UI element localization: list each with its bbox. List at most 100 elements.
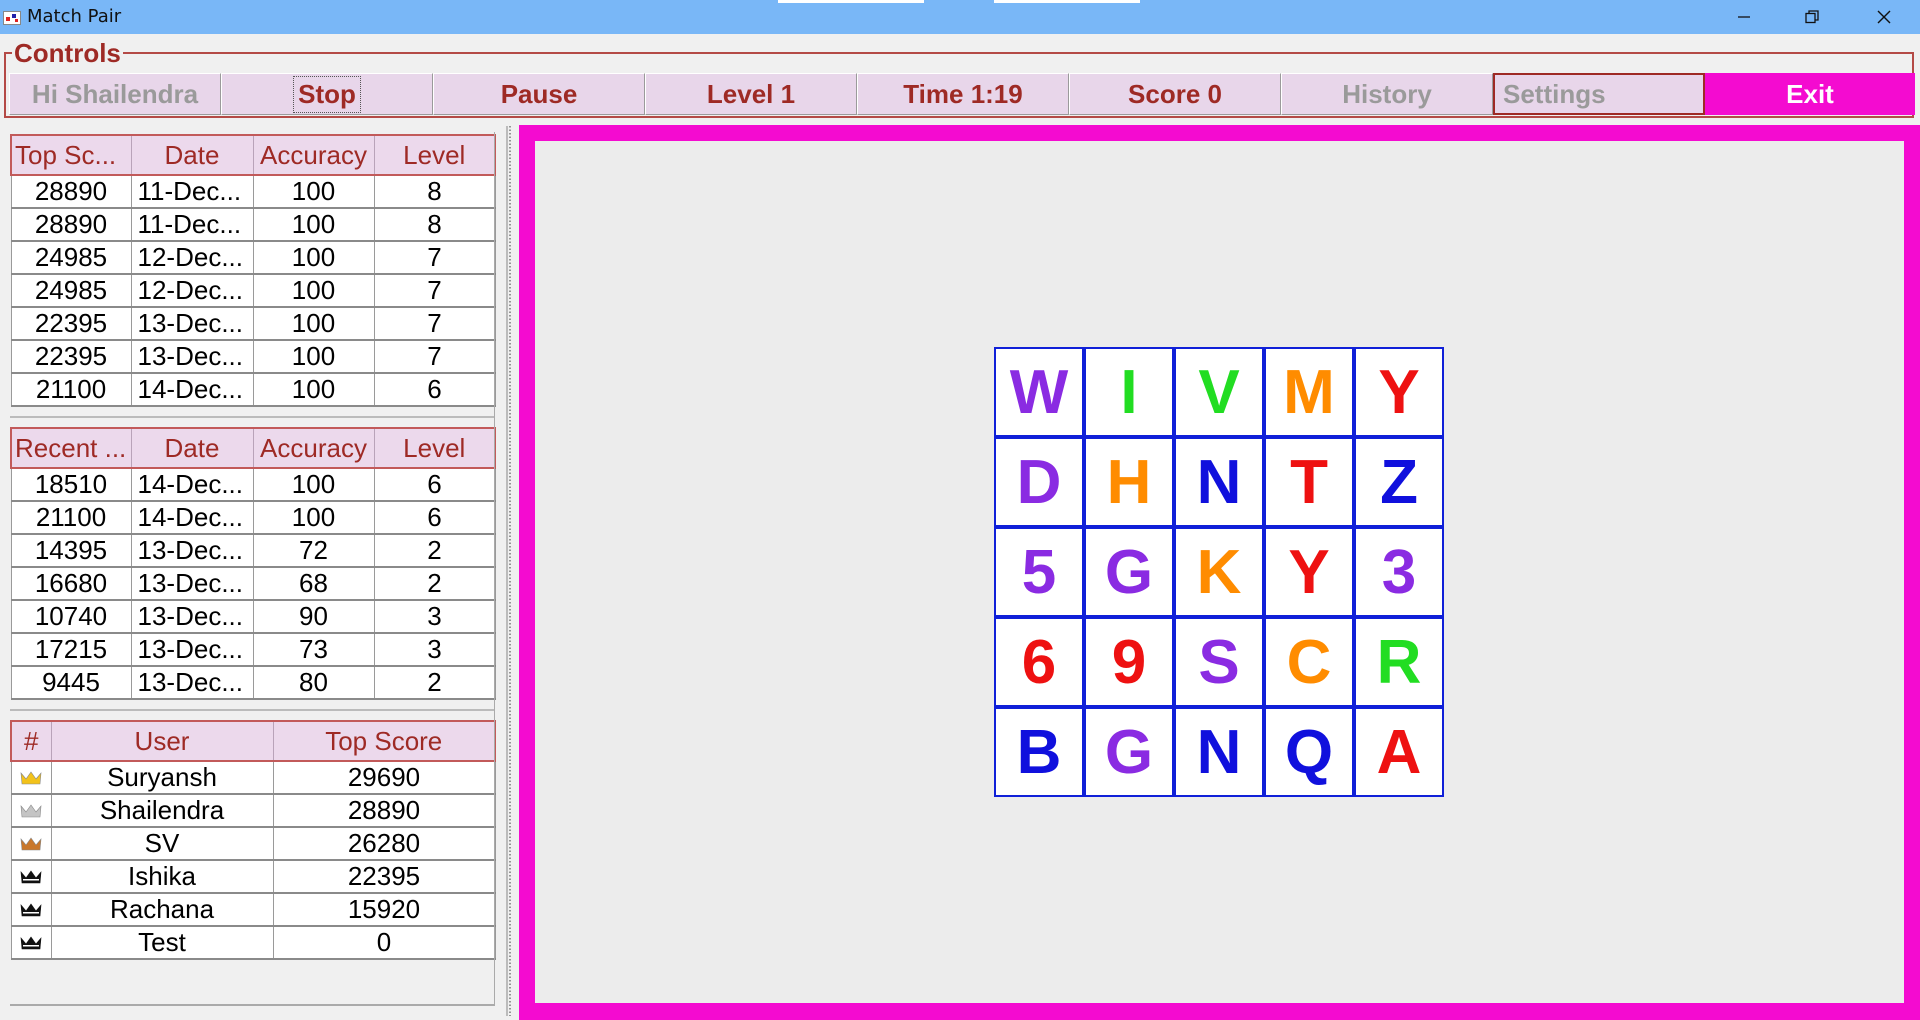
score-cell: 22395 xyxy=(10,339,132,374)
letter-tile[interactable]: W xyxy=(994,347,1084,437)
letter-tile[interactable]: S xyxy=(1174,617,1264,707)
splitter-grip[interactable] xyxy=(506,126,514,1016)
stop-button[interactable]: Stop xyxy=(221,73,433,115)
title-bar: Match Pair xyxy=(0,0,1920,34)
level-button[interactable]: Level 1 xyxy=(645,73,857,115)
recent-scores-header-level[interactable]: Level xyxy=(373,427,496,469)
rank-cell xyxy=(10,760,52,795)
top-scores-table: Top Sc... Date Accuracy Level 28890 11-De… xyxy=(10,134,496,407)
time-label: Time 1:19 xyxy=(903,78,1023,109)
top-score-row[interactable]: 28890 11-Dec... 100 8 xyxy=(10,174,496,209)
top-scores-header-date[interactable]: Date xyxy=(130,134,254,176)
recent-scores-header-score[interactable]: Recent ... xyxy=(10,427,132,469)
letter-tile[interactable]: D xyxy=(994,437,1084,527)
top-score-row[interactable]: 24985 12-Dec... 100 7 xyxy=(10,240,496,275)
app-icon xyxy=(3,11,21,25)
leaderboard-row[interactable]: Test 0 xyxy=(10,925,496,960)
rank-cell xyxy=(10,859,52,894)
letter-tile[interactable]: 9 xyxy=(1084,617,1174,707)
score-cell: 9445 xyxy=(10,665,132,700)
accuracy-cell: 72 xyxy=(252,533,375,568)
rank-cell xyxy=(10,826,52,861)
letter-tile[interactable]: 6 xyxy=(994,617,1084,707)
controls-toolbar: Hi Shailendra Stop Pause Level 1 Time 1:… xyxy=(9,73,1915,115)
top-score-row[interactable]: 21100 14-Dec... 100 6 xyxy=(10,372,496,407)
top-scores-header-accuracy[interactable]: Accuracy xyxy=(252,134,375,176)
recent-score-row[interactable]: 16680 13-Dec... 68 2 xyxy=(10,566,496,601)
level-cell: 6 xyxy=(373,500,496,535)
leaderboard-row[interactable]: Suryansh 29690 xyxy=(10,760,496,795)
recent-score-row[interactable]: 10740 13-Dec... 90 3 xyxy=(10,599,496,634)
letter-tile[interactable]: Y xyxy=(1354,347,1444,437)
scores-panel: Top Sc... Date Accuracy Level 28890 11-De… xyxy=(8,132,496,1006)
silver-crown-icon xyxy=(20,803,42,817)
level-cell: 8 xyxy=(373,174,496,209)
top-score-row[interactable]: 22395 13-Dec... 100 7 xyxy=(10,306,496,341)
settings-button: Settings xyxy=(1493,73,1705,115)
letter-tile[interactable]: M xyxy=(1264,347,1354,437)
recent-score-row[interactable]: 18510 14-Dec... 100 6 xyxy=(10,467,496,502)
letter-tile[interactable]: I xyxy=(1084,347,1174,437)
user-cell: Shailendra xyxy=(50,793,274,828)
letter-tile[interactable]: 5 xyxy=(994,527,1084,617)
settings-label: Settings xyxy=(1503,78,1606,109)
rank-cell xyxy=(10,925,52,960)
time-button[interactable]: Time 1:19 xyxy=(857,73,1069,115)
top-scores-header-level[interactable]: Level xyxy=(373,134,496,176)
date-cell: 12-Dec... xyxy=(130,240,254,275)
score-button[interactable]: Score 0 xyxy=(1069,73,1281,115)
letter-tile[interactable]: Z xyxy=(1354,437,1444,527)
level-cell: 7 xyxy=(373,273,496,308)
minimize-button[interactable] xyxy=(1710,0,1778,34)
date-cell: 13-Dec... xyxy=(130,533,254,568)
recent-score-row[interactable]: 17215 13-Dec... 73 3 xyxy=(10,632,496,667)
letter-tile[interactable]: R xyxy=(1354,617,1444,707)
restore-button[interactable] xyxy=(1778,0,1846,34)
recent-scores-header-accuracy[interactable]: Accuracy xyxy=(252,427,375,469)
letter-tile[interactable]: A xyxy=(1354,707,1444,797)
recent-score-row[interactable]: 21100 14-Dec... 100 6 xyxy=(10,500,496,535)
leaderboard-header-score[interactable]: Top Score xyxy=(272,720,496,762)
score-cell: 17215 xyxy=(10,632,132,667)
letter-tile[interactable]: B xyxy=(994,707,1084,797)
letter-tile[interactable]: N xyxy=(1174,437,1264,527)
letter-tile[interactable]: Q xyxy=(1264,707,1354,797)
letter-tile[interactable]: T xyxy=(1264,437,1354,527)
exit-button[interactable]: Exit xyxy=(1705,73,1915,115)
leaderboard-header-user[interactable]: User xyxy=(50,720,274,762)
date-cell: 14-Dec... xyxy=(130,372,254,407)
leaderboard-row[interactable]: Ishika 22395 xyxy=(10,859,496,894)
letter-tile[interactable]: H xyxy=(1084,437,1174,527)
date-cell: 13-Dec... xyxy=(130,566,254,601)
letter-tile[interactable]: G xyxy=(1084,527,1174,617)
letter-tile[interactable]: N xyxy=(1174,707,1264,797)
letter-tile[interactable]: G xyxy=(1084,707,1174,797)
close-button[interactable] xyxy=(1850,0,1918,34)
pause-button[interactable]: Pause xyxy=(433,73,645,115)
letter-tile[interactable]: K xyxy=(1174,527,1264,617)
accuracy-cell: 100 xyxy=(252,306,375,341)
letter-tile[interactable]: V xyxy=(1174,347,1264,437)
top-score-row[interactable]: 24985 12-Dec... 100 7 xyxy=(10,273,496,308)
top-score-row[interactable]: 22395 13-Dec... 100 7 xyxy=(10,339,496,374)
recent-scores-header-date[interactable]: Date xyxy=(130,427,254,469)
letter-tile[interactable]: Y xyxy=(1264,527,1354,617)
leaderboard-row[interactable]: Rachana 15920 xyxy=(10,892,496,927)
date-cell: 13-Dec... xyxy=(130,665,254,700)
leaderboard-row[interactable]: SV 26280 xyxy=(10,826,496,861)
level-cell: 3 xyxy=(373,632,496,667)
recent-score-row[interactable]: 9445 13-Dec... 80 2 xyxy=(10,665,496,700)
exit-label: Exit xyxy=(1786,78,1834,109)
close-icon xyxy=(1877,10,1891,24)
top-scores-header-score[interactable]: Top Sc... xyxy=(10,134,132,176)
leaderboard-header-rank[interactable]: # xyxy=(10,720,52,762)
score-label: Score 0 xyxy=(1128,78,1222,109)
leaderboard-row[interactable]: Shailendra 28890 xyxy=(10,793,496,828)
score-cell: 22395 xyxy=(10,306,132,341)
level-cell: 2 xyxy=(373,566,496,601)
recent-score-row[interactable]: 14395 13-Dec... 72 2 xyxy=(10,533,496,568)
letter-tile[interactable]: 3 xyxy=(1354,527,1444,617)
letter-tile[interactable]: C xyxy=(1264,617,1354,707)
score-cell: 24985 xyxy=(10,273,132,308)
top-score-row[interactable]: 28890 11-Dec... 100 8 xyxy=(10,207,496,242)
